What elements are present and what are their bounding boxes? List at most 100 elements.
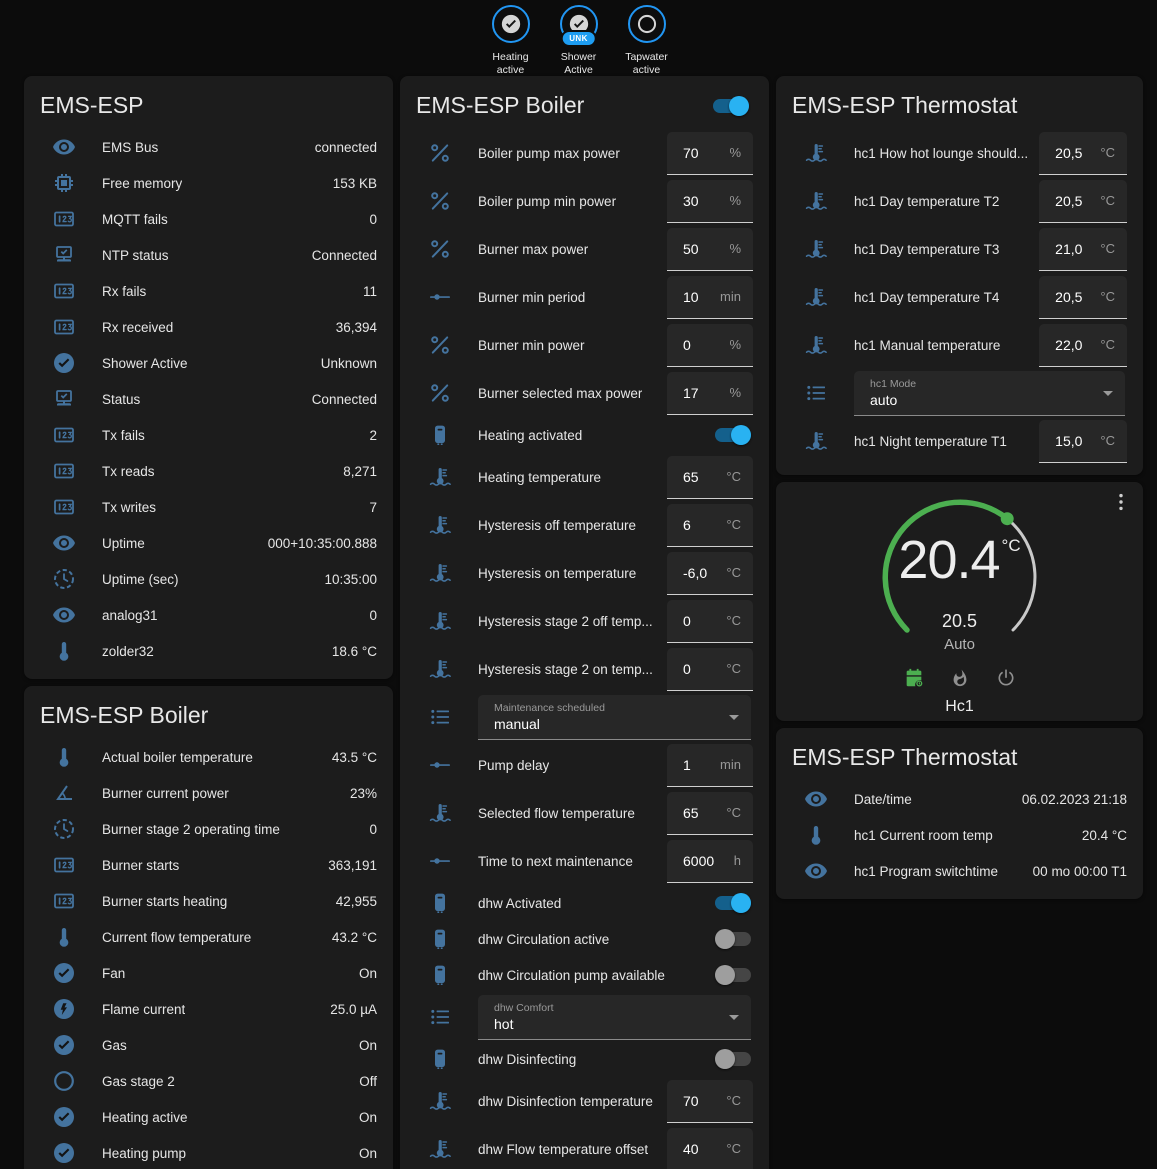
badge-shower-active[interactable]: UNK Shower Active xyxy=(549,5,609,77)
row-shower-active[interactable]: Shower ActiveUnknown xyxy=(40,345,377,381)
badge-circle xyxy=(628,5,666,43)
number-unit: °C xyxy=(1100,433,1115,448)
badge-tapwater-active[interactable]: Tapwater active xyxy=(617,5,677,77)
toggle-switch[interactable] xyxy=(715,968,751,982)
thermometer-icon xyxy=(52,639,76,663)
off-mode-icon[interactable] xyxy=(995,667,1017,689)
number-input[interactable]: -6,0°C xyxy=(667,552,753,595)
row-gas-stage-2[interactable]: Gas stage 2Off xyxy=(40,1063,377,1099)
toggle-thumb xyxy=(731,893,751,913)
water-boiler-icon xyxy=(428,1047,452,1071)
row-dhw-activated: dhw Activated xyxy=(416,885,753,921)
number-input[interactable]: 6000h xyxy=(667,840,753,883)
select-input[interactable]: Maintenance scheduledmanual xyxy=(478,695,751,740)
toggle-switch[interactable] xyxy=(715,932,751,946)
row-rx-fails[interactable]: Rx fails11 xyxy=(40,273,377,309)
number-input[interactable]: 0°C xyxy=(667,600,753,643)
number-input[interactable]: 20,5°C xyxy=(1039,180,1127,223)
row-free-memory[interactable]: Free memory153 KB xyxy=(40,165,377,201)
number-input[interactable]: 65°C xyxy=(667,792,753,835)
number-input[interactable]: 65°C xyxy=(667,456,753,499)
hvac-mode-label: Auto xyxy=(878,636,1042,653)
row-burner-current-power[interactable]: Burner current power23% xyxy=(40,775,377,811)
number-input[interactable]: 0% xyxy=(667,324,753,367)
row-tx-fails[interactable]: Tx fails2 xyxy=(40,417,377,453)
row-burner-starts-heating[interactable]: Burner starts heating42,955 xyxy=(40,883,377,919)
number-input[interactable]: 20,5°C xyxy=(1039,276,1127,319)
row-current-flow-temperature[interactable]: Current flow temperature43.2 °C xyxy=(40,919,377,955)
badge-heating-active[interactable]: Heating active xyxy=(481,5,541,77)
number-input[interactable]: 0°C xyxy=(667,648,753,691)
toggle-switch[interactable] xyxy=(715,428,751,442)
select-input[interactable]: dhw Comforthot xyxy=(478,995,751,1040)
water-boiler-icon xyxy=(428,423,452,447)
row-rx-received[interactable]: Rx received36,394 xyxy=(40,309,377,345)
auto-mode-icon[interactable] xyxy=(903,667,925,689)
row-uptime-sec[interactable]: Uptime (sec)10:35:00 xyxy=(40,561,377,597)
number-value: 10 xyxy=(683,289,699,305)
row-heating-active[interactable]: Heating activeOn xyxy=(40,1099,377,1135)
row-label: Free memory xyxy=(102,176,182,191)
toggle-switch[interactable] xyxy=(713,99,749,113)
number-input[interactable]: 50% xyxy=(667,228,753,271)
thermometer-water-icon xyxy=(428,801,452,825)
mode-buttons xyxy=(776,667,1143,689)
row-analog31[interactable]: analog310 xyxy=(40,597,377,633)
row-burner-starts[interactable]: Burner starts363,191 xyxy=(40,847,377,883)
row-gas[interactable]: GasOn xyxy=(40,1027,377,1063)
select-input[interactable]: hc1 Modeauto xyxy=(854,371,1125,416)
thermometer-water-icon xyxy=(804,141,828,165)
water-boiler-icon xyxy=(428,927,452,951)
row-hc1-program-switchtime[interactable]: hc1 Program switchtime00 mo 00:00 T1 xyxy=(792,853,1127,889)
number-input[interactable]: 6°C xyxy=(667,504,753,547)
row-uptime[interactable]: Uptime000+10:35:00.888 xyxy=(40,525,377,561)
row-mqtt-fails[interactable]: MQTT fails0 xyxy=(40,201,377,237)
row-label: EMS Bus xyxy=(102,140,158,155)
thermometer-water-icon xyxy=(804,429,828,453)
number-input[interactable]: 21,0°C xyxy=(1039,228,1127,271)
number-unit: °C xyxy=(1100,241,1115,256)
row-label: Boiler pump max power xyxy=(478,146,620,161)
toggle-switch[interactable] xyxy=(715,1052,751,1066)
row-maintenance-scheduled: Maintenance scheduledmanual xyxy=(416,693,753,741)
row-flame-current[interactable]: Flame current25.0 µA xyxy=(40,991,377,1027)
number-input[interactable]: 10min xyxy=(667,276,753,319)
row-label: analog31 xyxy=(102,608,158,623)
row-burner-min-power: Burner min power0% xyxy=(416,321,753,369)
number-input[interactable]: 22,0°C xyxy=(1039,324,1127,367)
row-fan[interactable]: FanOn xyxy=(40,955,377,991)
number-input[interactable]: 15,0°C xyxy=(1039,420,1127,463)
check-circle-icon xyxy=(52,1141,76,1165)
number-input[interactable]: 1min xyxy=(667,744,753,787)
row-ntp-status[interactable]: NTP statusConnected xyxy=(40,237,377,273)
number-input[interactable]: 30% xyxy=(667,180,753,223)
row-label: hc1 Current room temp xyxy=(854,828,993,843)
row-hc1-night-temperature-t1: hc1 Night temperature T115,0°C xyxy=(792,417,1127,465)
row-burner-selected-max-power: Burner selected max power17% xyxy=(416,369,753,417)
number-input[interactable]: 17% xyxy=(667,372,753,415)
row-hc1-current-room-temp[interactable]: hc1 Current room temp20.4 °C xyxy=(792,817,1127,853)
number-input[interactable]: 40°C xyxy=(667,1128,753,1169)
heat-mode-icon[interactable] xyxy=(949,667,971,689)
row-status[interactable]: StatusConnected xyxy=(40,381,377,417)
thermostat-dial[interactable]: 20.4 °C 20.5 Auto xyxy=(878,495,1042,659)
counter-icon xyxy=(52,423,76,447)
number-input[interactable]: 70°C xyxy=(667,1080,753,1123)
row-heating-pump[interactable]: Heating pumpOn xyxy=(40,1135,377,1169)
row-value: 00 mo 00:00 T1 xyxy=(1025,864,1127,879)
toggle-switch[interactable] xyxy=(715,896,751,910)
more-options-icon[interactable] xyxy=(1109,490,1133,514)
row-dhw-circulation-active: dhw Circulation active xyxy=(416,921,753,957)
row-value: On xyxy=(351,1146,377,1161)
number-input[interactable]: 20,5°C xyxy=(1039,132,1127,175)
row-actual-boiler-temperature[interactable]: Actual boiler temperature43.5 °C xyxy=(40,739,377,775)
row-date-time[interactable]: Date/time06.02.2023 21:18 xyxy=(792,781,1127,817)
gauge-handle[interactable] xyxy=(1000,512,1013,525)
row-zolder32[interactable]: zolder3218.6 °C xyxy=(40,633,377,669)
row-burner-stage-2-operating-time[interactable]: Burner stage 2 operating time0 xyxy=(40,811,377,847)
row-tx-reads[interactable]: Tx reads8,271 xyxy=(40,453,377,489)
row-ems-bus[interactable]: EMS Busconnected xyxy=(40,129,377,165)
number-input[interactable]: 70% xyxy=(667,132,753,175)
row-tx-writes[interactable]: Tx writes7 xyxy=(40,489,377,525)
thermometer-water-icon xyxy=(804,285,828,309)
